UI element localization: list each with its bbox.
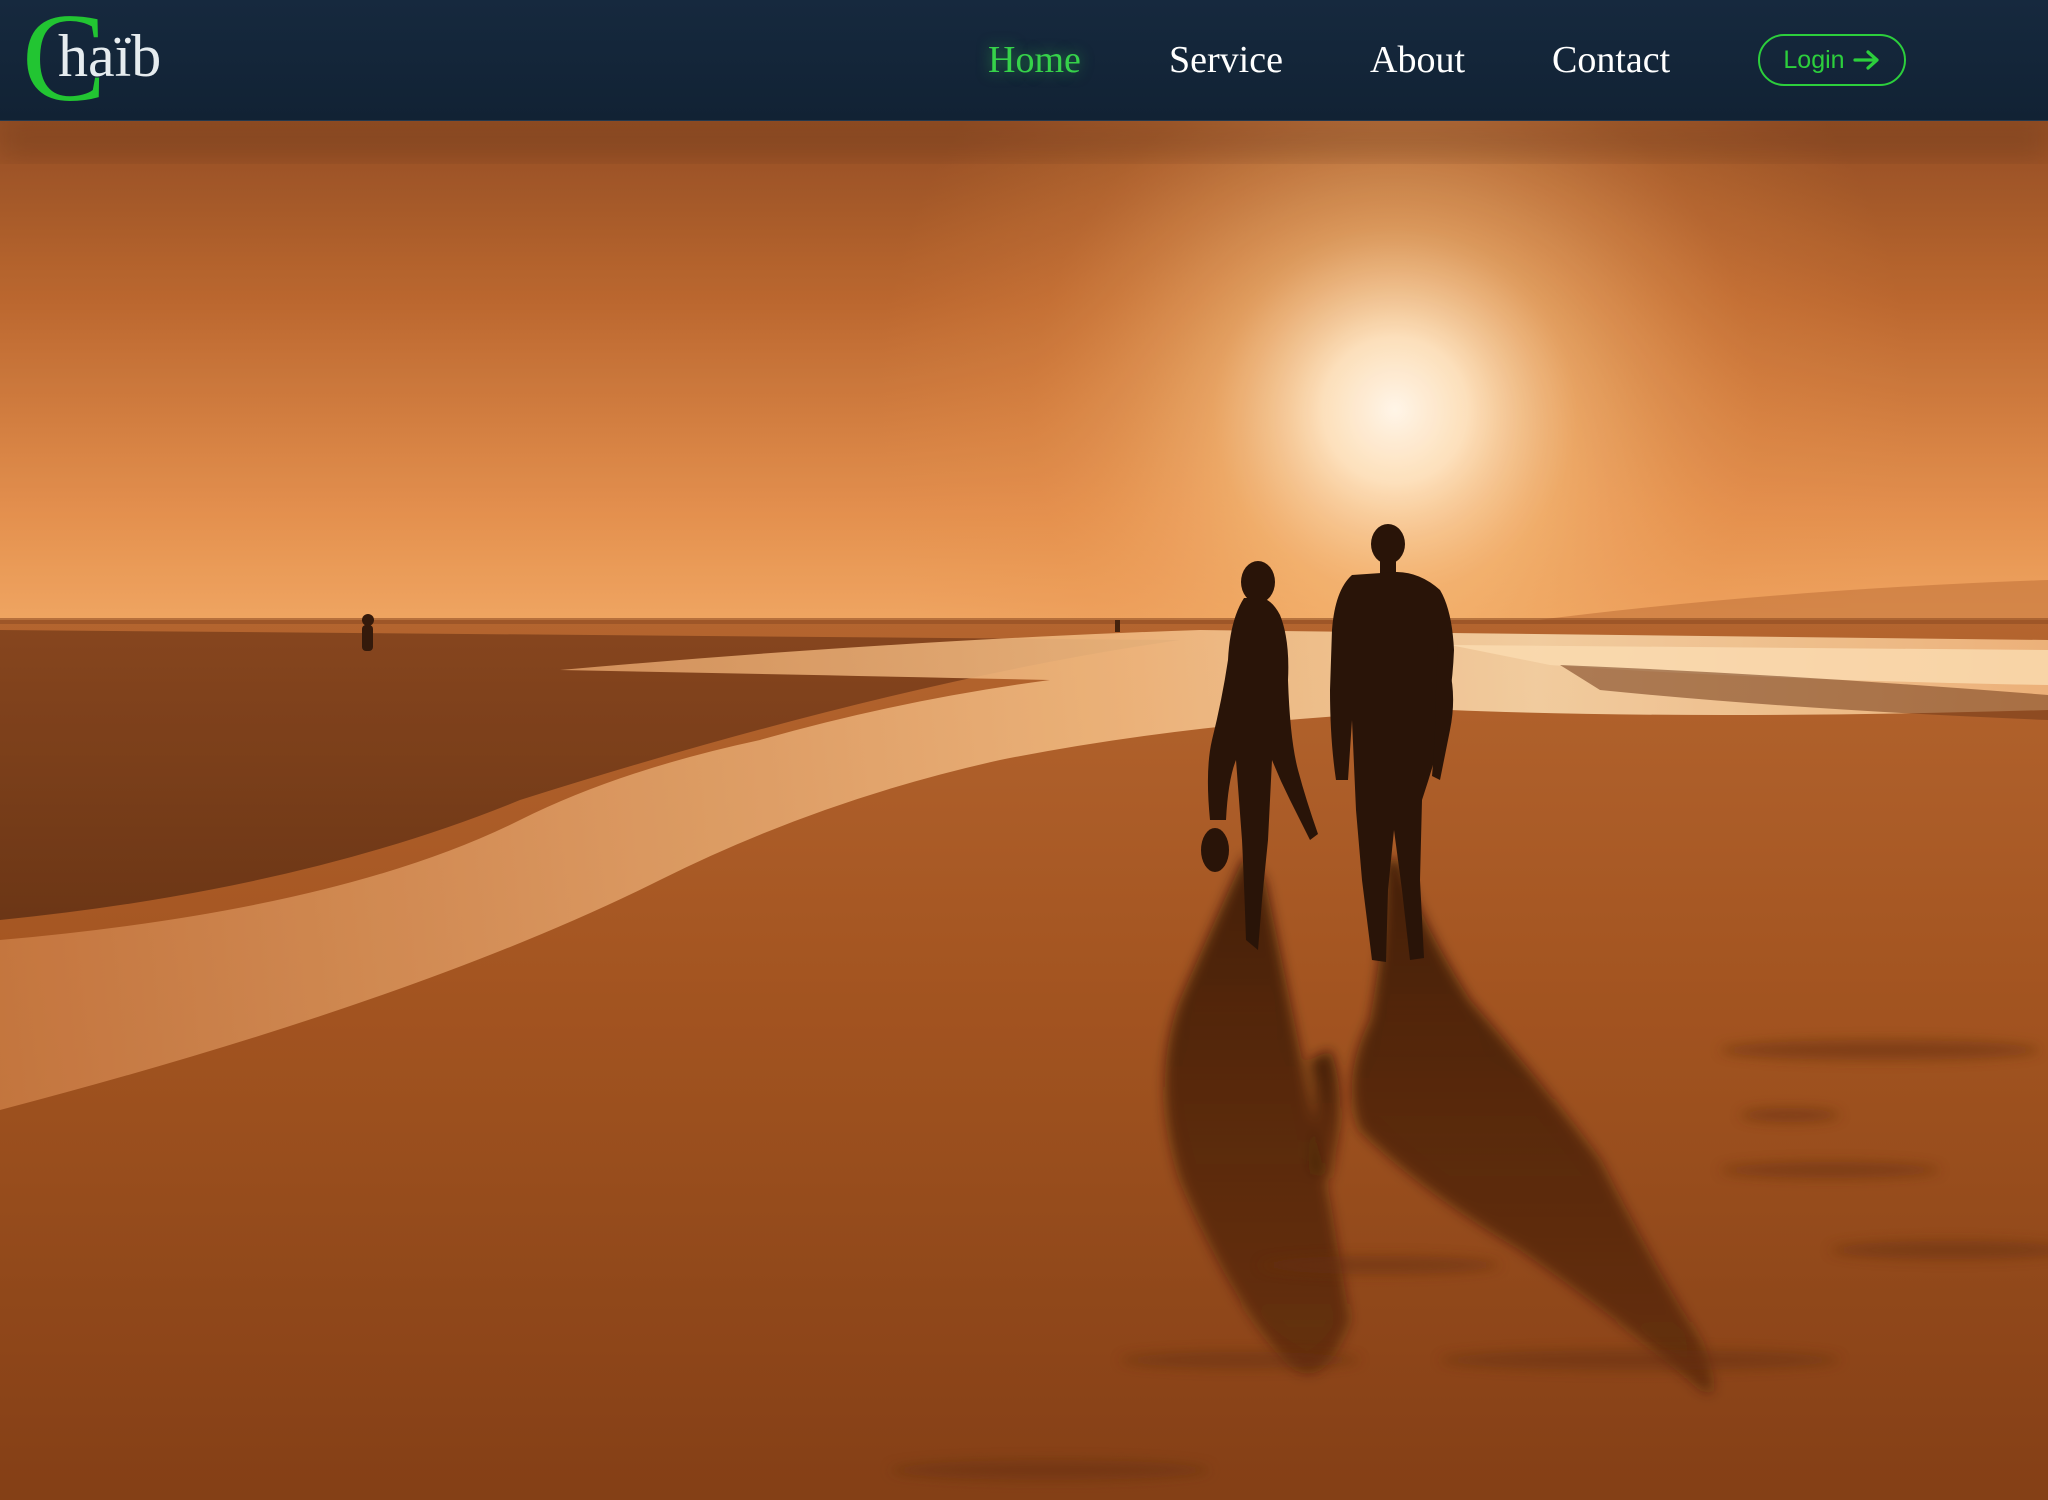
top-navbar: C haïb Home Service About Contact Login <box>0 0 2048 122</box>
brand-logo-text: haïb <box>58 23 162 89</box>
nav-link-contact[interactable]: Contact <box>1552 34 1670 86</box>
login-button[interactable]: Login <box>1758 34 1906 86</box>
hero-banner <box>0 120 2048 1500</box>
nav-link-about[interactable]: About <box>1370 34 1465 86</box>
arrow-right-icon <box>1852 49 1881 71</box>
hero-image-sunset-beach <box>0 120 2048 1500</box>
nav-link-home[interactable]: Home <box>988 34 1081 86</box>
login-button-label: Login <box>1783 45 1845 74</box>
nav-link-service[interactable]: Service <box>1169 34 1283 86</box>
brand-logo[interactable]: C haïb <box>22 0 182 122</box>
page: C haïb Home Service About Contact Login <box>0 0 2048 1500</box>
